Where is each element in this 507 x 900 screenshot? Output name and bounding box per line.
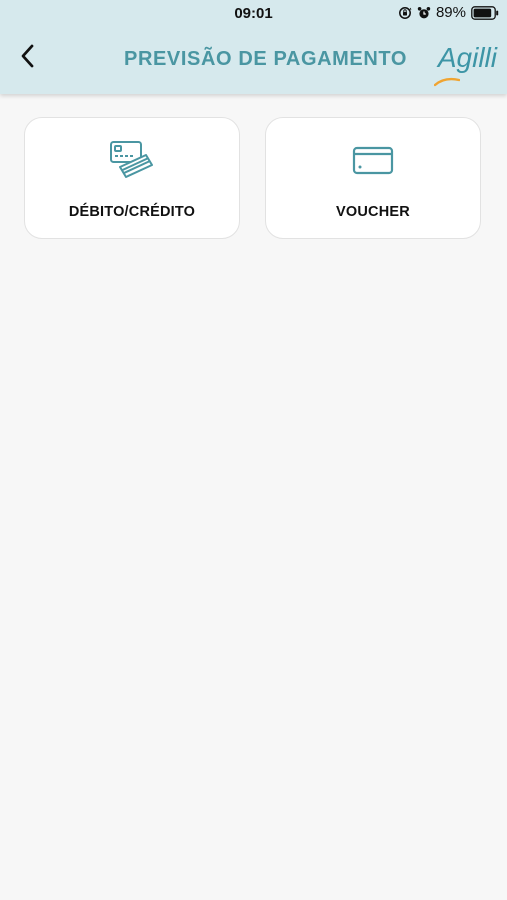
nav-bar: PREVISÃO DE PAGAMENTO Agilli <box>0 28 507 94</box>
voucher-option[interactable]: VOUCHER <box>265 117 481 239</box>
battery-percent: 89% <box>435 4 466 21</box>
app-header: 09:01 89% PREVISÃO DE PAGAMENTO Agilli <box>0 0 507 94</box>
voucher-label: VOUCHER <box>336 204 410 220</box>
status-bar: 09:01 89% <box>0 0 507 28</box>
page-title: PREVISÃO DE PAGAMENTO <box>124 48 408 70</box>
orientation-lock-icon <box>398 6 412 20</box>
screen: 09:01 89% PREVISÃO DE PAGAMENTO Agilli D… <box>0 0 507 900</box>
payment-options: DÉBITO/CRÉDITO VOUCHER <box>24 117 484 242</box>
status-indicators: 89% <box>398 4 499 21</box>
back-button[interactable] <box>12 42 44 74</box>
alarm-icon <box>417 6 431 20</box>
brand-logo: Agilli <box>433 42 497 87</box>
logo-swoosh-icon <box>433 62 461 94</box>
credit-cards-icon <box>108 138 156 185</box>
battery-icon <box>471 5 499 20</box>
card-icon <box>349 138 397 185</box>
chevron-left-icon <box>19 43 37 74</box>
debit-credit-label: DÉBITO/CRÉDITO <box>68 204 196 220</box>
debit-credit-option[interactable]: DÉBITO/CRÉDITO <box>24 117 240 239</box>
